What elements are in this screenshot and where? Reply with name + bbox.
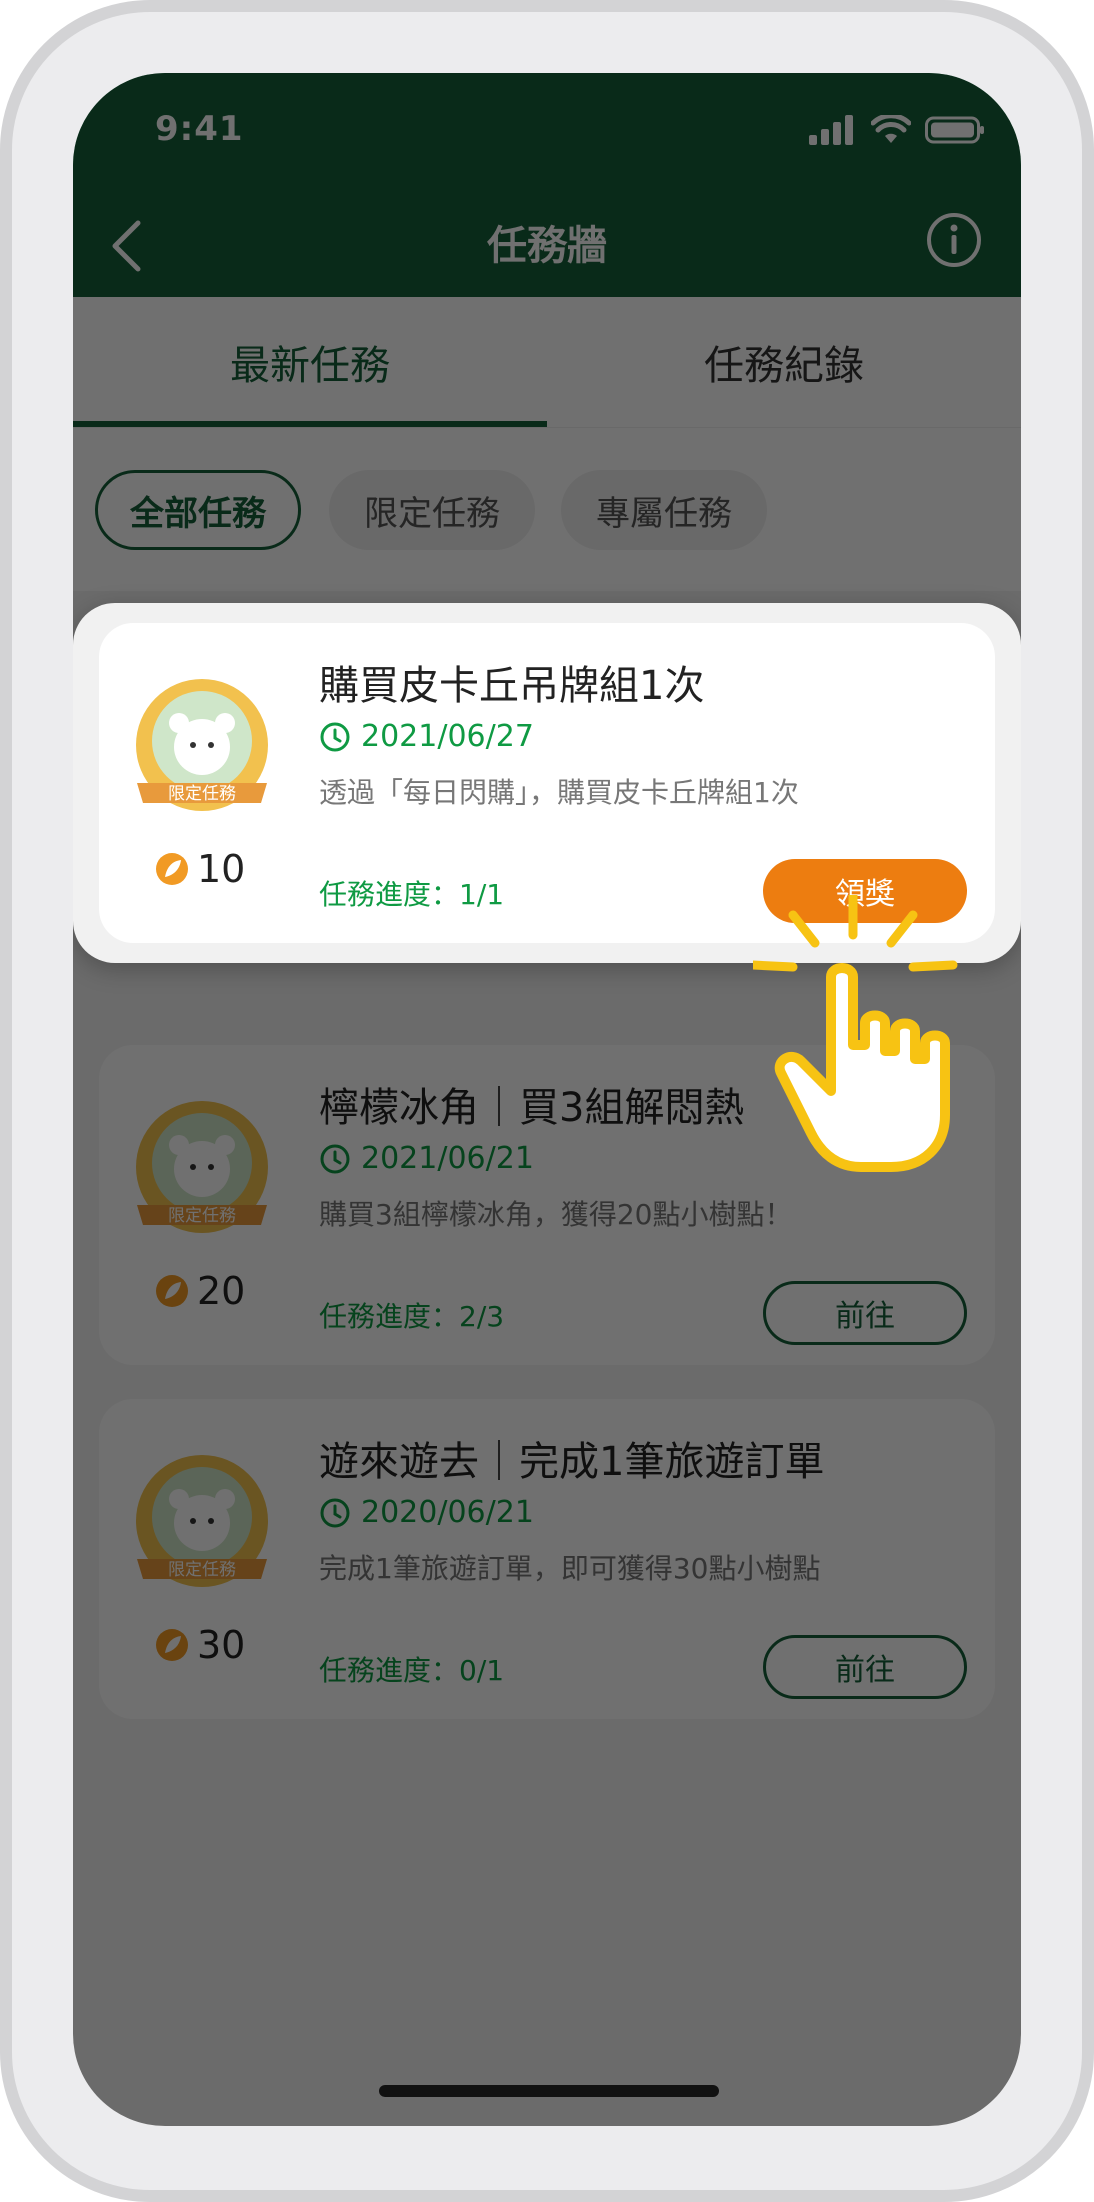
status-time: 9:41	[155, 109, 244, 149]
badge-label: 限定任務	[168, 1206, 236, 1226]
task-date-text: 2021/06/21	[361, 1141, 534, 1176]
go-button[interactable]: 前往	[763, 1635, 967, 1699]
task-description: 完成1筆旅遊訂單，即可獲得30點小樹點	[319, 1552, 821, 1585]
task-description: 透過「每日閃購」，購買皮卡丘牌組1次	[319, 776, 799, 809]
home-indicator	[379, 2085, 719, 2097]
filter-all-tasks[interactable]: 全部任務	[95, 470, 301, 550]
task-date: 2021/06/21	[319, 1141, 534, 1176]
badge-label: 限定任務	[168, 1560, 236, 1580]
task-date-text: 2021/06/27	[361, 719, 534, 754]
task-date: 2020/06/21	[319, 1495, 534, 1530]
task-progress: 任務進度：0/1	[319, 1654, 505, 1687]
tab-latest-tasks[interactable]: 最新任務	[73, 297, 547, 427]
clock-icon	[320, 1498, 350, 1527]
points-value: 10	[197, 847, 246, 891]
filter-exclusive-tasks[interactable]: 專屬任務	[561, 470, 767, 550]
task-title: 檸檬冰角｜買3組解悶熱	[319, 1085, 745, 1131]
leaf-point-icon	[156, 1275, 188, 1307]
clock-icon	[320, 1144, 350, 1173]
filter-bar: 全部任務 限定任務 專屬任務	[73, 427, 1021, 592]
go-button[interactable]: 前往	[763, 1281, 967, 1345]
signal-icon	[809, 115, 853, 145]
task-date-text: 2020/06/21	[361, 1495, 534, 1530]
top-header: 9:41 任務牆	[73, 73, 1021, 297]
status-icons	[809, 115, 985, 145]
points-value: 30	[197, 1623, 246, 1667]
reward-points: 20	[155, 1269, 245, 1313]
task-title: 遊來遊去｜完成1筆旅遊訂單	[319, 1439, 825, 1485]
points-value: 20	[197, 1269, 246, 1313]
badge-label: 限定任務	[168, 784, 236, 804]
app-screen: 9:41 任務牆 最新任務 任務紀錄 全部任務 限定任務 專屬任務 限定任務 2…	[73, 73, 1021, 2126]
clock-icon	[320, 722, 350, 751]
tab-task-records[interactable]: 任務紀錄	[547, 297, 1021, 427]
page-title: 任務牆	[487, 223, 607, 269]
tab-bar: 最新任務 任務紀錄	[73, 297, 1021, 427]
task-date: 2021/06/27	[319, 719, 534, 754]
task-description: 購買3組檸檬冰角，獲得20點小樹點！	[319, 1198, 793, 1231]
task-title: 購買皮卡丘吊牌組1次	[319, 663, 705, 709]
tap-hand-pointer-icon	[753, 895, 958, 1172]
limited-task-badge-icon: 限定任務	[136, 1101, 268, 1233]
info-icon[interactable]	[925, 211, 983, 269]
task-progress: 任務進度：2/3	[319, 1300, 505, 1333]
wifi-icon	[871, 115, 911, 143]
task-card: 限定任務 30 遊來遊去｜完成1筆旅遊訂單 2020/06/21 完成1筆旅遊訂…	[99, 1399, 995, 1719]
limited-task-badge-icon: 限定任務	[136, 679, 268, 811]
reward-points: 30	[155, 1623, 245, 1667]
filter-limited-tasks[interactable]: 限定任務	[329, 470, 535, 550]
limited-task-badge-icon: 限定任務	[136, 1455, 268, 1587]
task-progress: 任務進度：1/1	[319, 878, 505, 911]
reward-points: 10	[155, 847, 245, 891]
battery-icon	[925, 116, 984, 144]
leaf-point-icon	[156, 1629, 188, 1661]
leaf-point-icon	[156, 853, 188, 885]
